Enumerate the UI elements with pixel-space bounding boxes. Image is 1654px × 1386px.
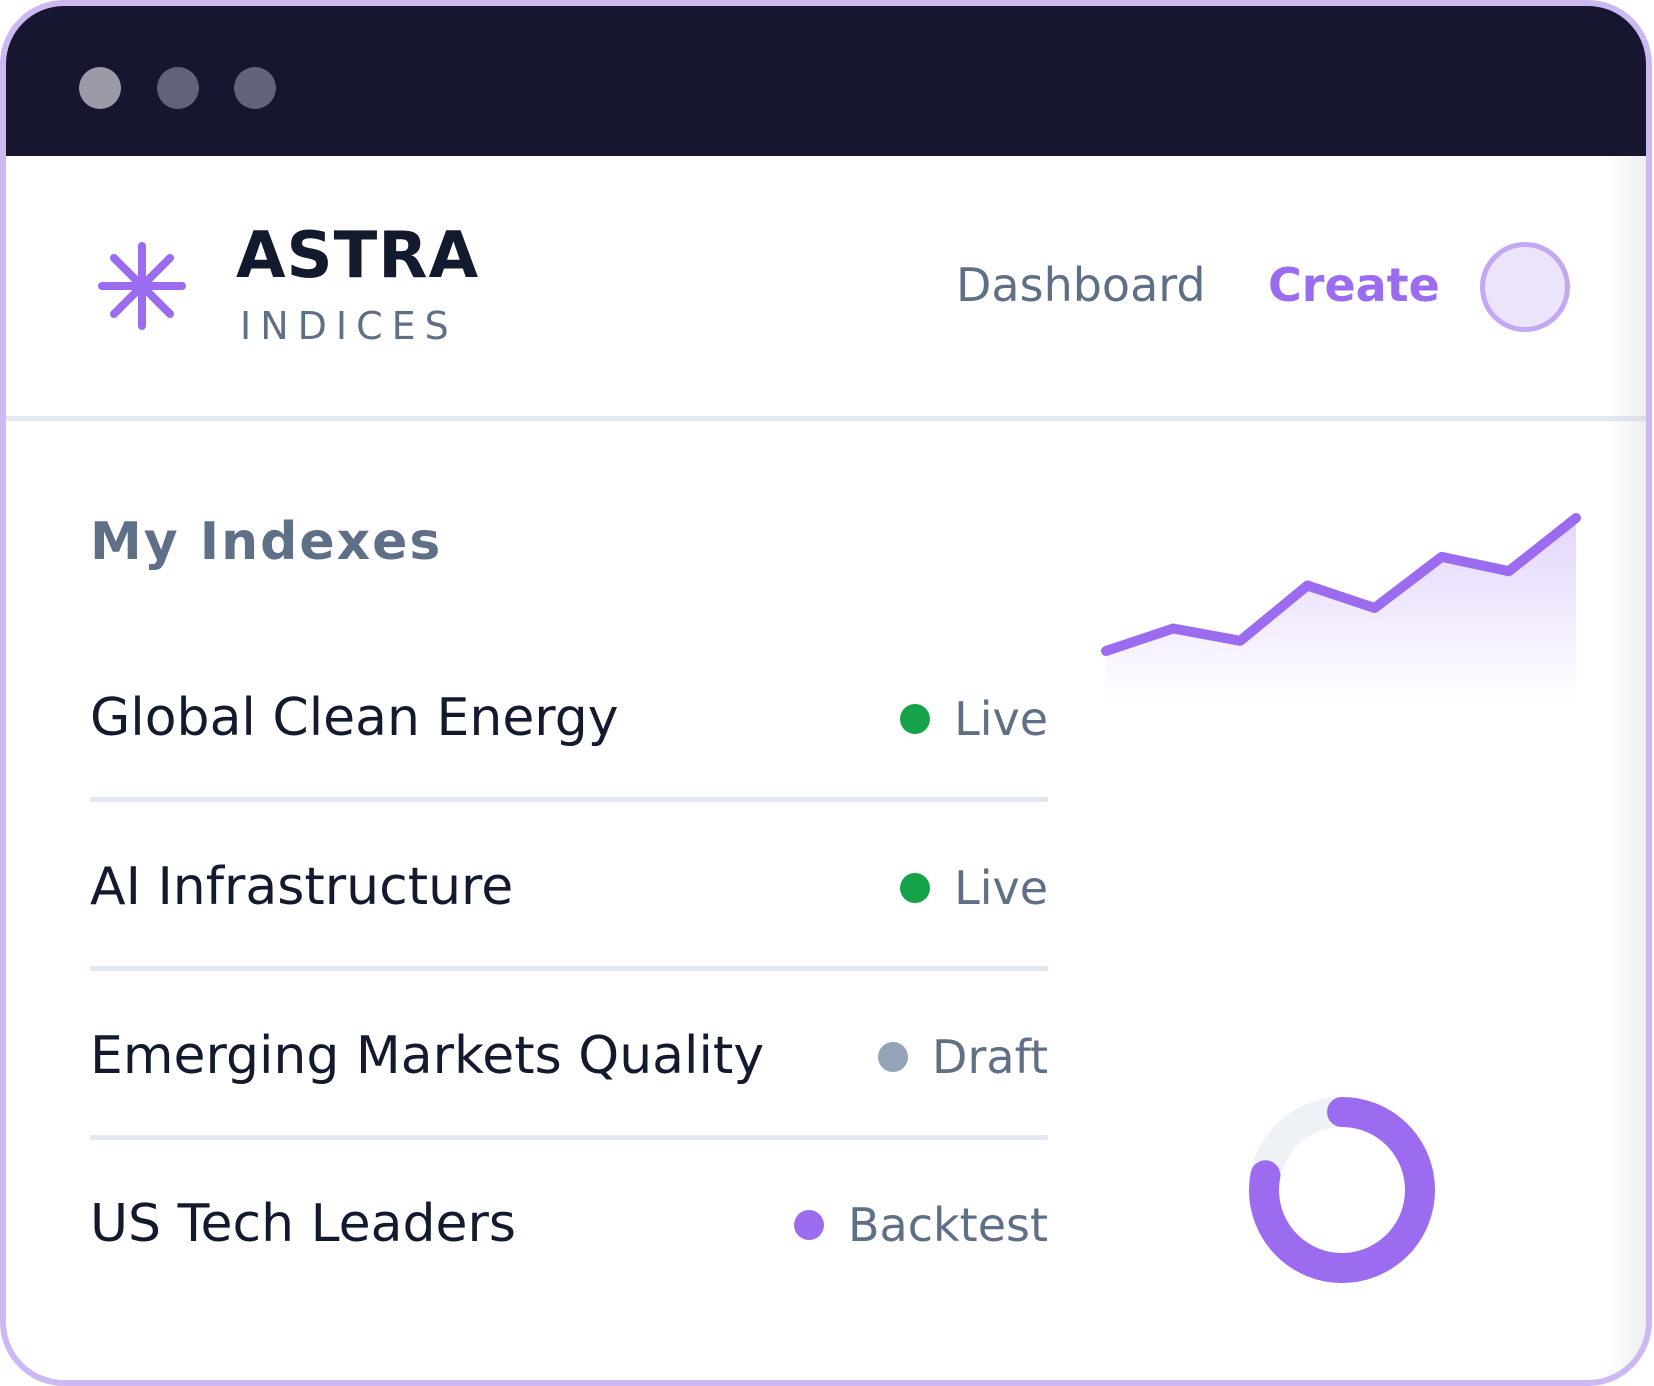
index-name: US Tech Leaders	[90, 1194, 516, 1254]
index-name: AI Infrastructure	[90, 857, 514, 917]
header-divider	[6, 416, 1646, 421]
donut-graphic	[1249, 1097, 1435, 1283]
row-divider	[90, 966, 1048, 971]
maximize-window-button[interactable]	[234, 67, 276, 109]
status-label: Draft	[932, 1030, 1048, 1084]
status-dot-icon	[900, 873, 931, 903]
index-name: Global Clean Energy	[90, 688, 619, 748]
sparkline-graphic	[1101, 513, 1581, 706]
nav-dashboard-link[interactable]: Dashboard	[956, 262, 1206, 308]
status-dot-icon	[793, 1210, 824, 1240]
app-header: ASTRA INDICES Dashboard Create	[6, 156, 1646, 418]
status-badge: Live	[900, 696, 1048, 742]
index-row-global-clean-energy[interactable]: Global Clean Energy Live	[90, 664, 1048, 764]
user-avatar[interactable]	[1480, 242, 1570, 332]
status-dot-icon	[878, 1042, 909, 1072]
minimize-window-button[interactable]	[157, 67, 199, 109]
row-divider	[90, 797, 1048, 802]
brand-name: ASTRA	[236, 219, 480, 293]
index-row-emerging-markets-quality[interactable]: Emerging Markets Quality Draft	[90, 1002, 1048, 1102]
sparkline-area	[1106, 518, 1576, 706]
index-row-us-tech-leaders[interactable]: US Tech Leaders Backtest	[90, 1170, 1048, 1270]
brand-subtitle: INDICES	[240, 304, 458, 348]
status-badge: Draft	[878, 1034, 1048, 1080]
asterisk-icon	[98, 242, 186, 330]
status-badge: Backtest	[793, 1198, 1048, 1252]
index-row-ai-infrastructure[interactable]: AI Infrastructure Live	[90, 833, 1048, 933]
title-bar	[6, 6, 1646, 156]
status-badge: Live	[900, 865, 1048, 911]
page-title: My Indexes	[90, 512, 443, 572]
app-window: ASTRA INDICES Dashboard Create My Indexe…	[0, 0, 1652, 1386]
status-label: Live	[954, 692, 1048, 746]
row-divider	[90, 1135, 1048, 1140]
close-window-button[interactable]	[79, 67, 121, 109]
status-dot-icon	[900, 704, 931, 734]
nav-create-link[interactable]: Create	[1268, 262, 1440, 308]
status-label: Backtest	[847, 1198, 1048, 1252]
index-name: Emerging Markets Quality	[90, 1026, 765, 1086]
status-label: Live	[954, 861, 1048, 915]
